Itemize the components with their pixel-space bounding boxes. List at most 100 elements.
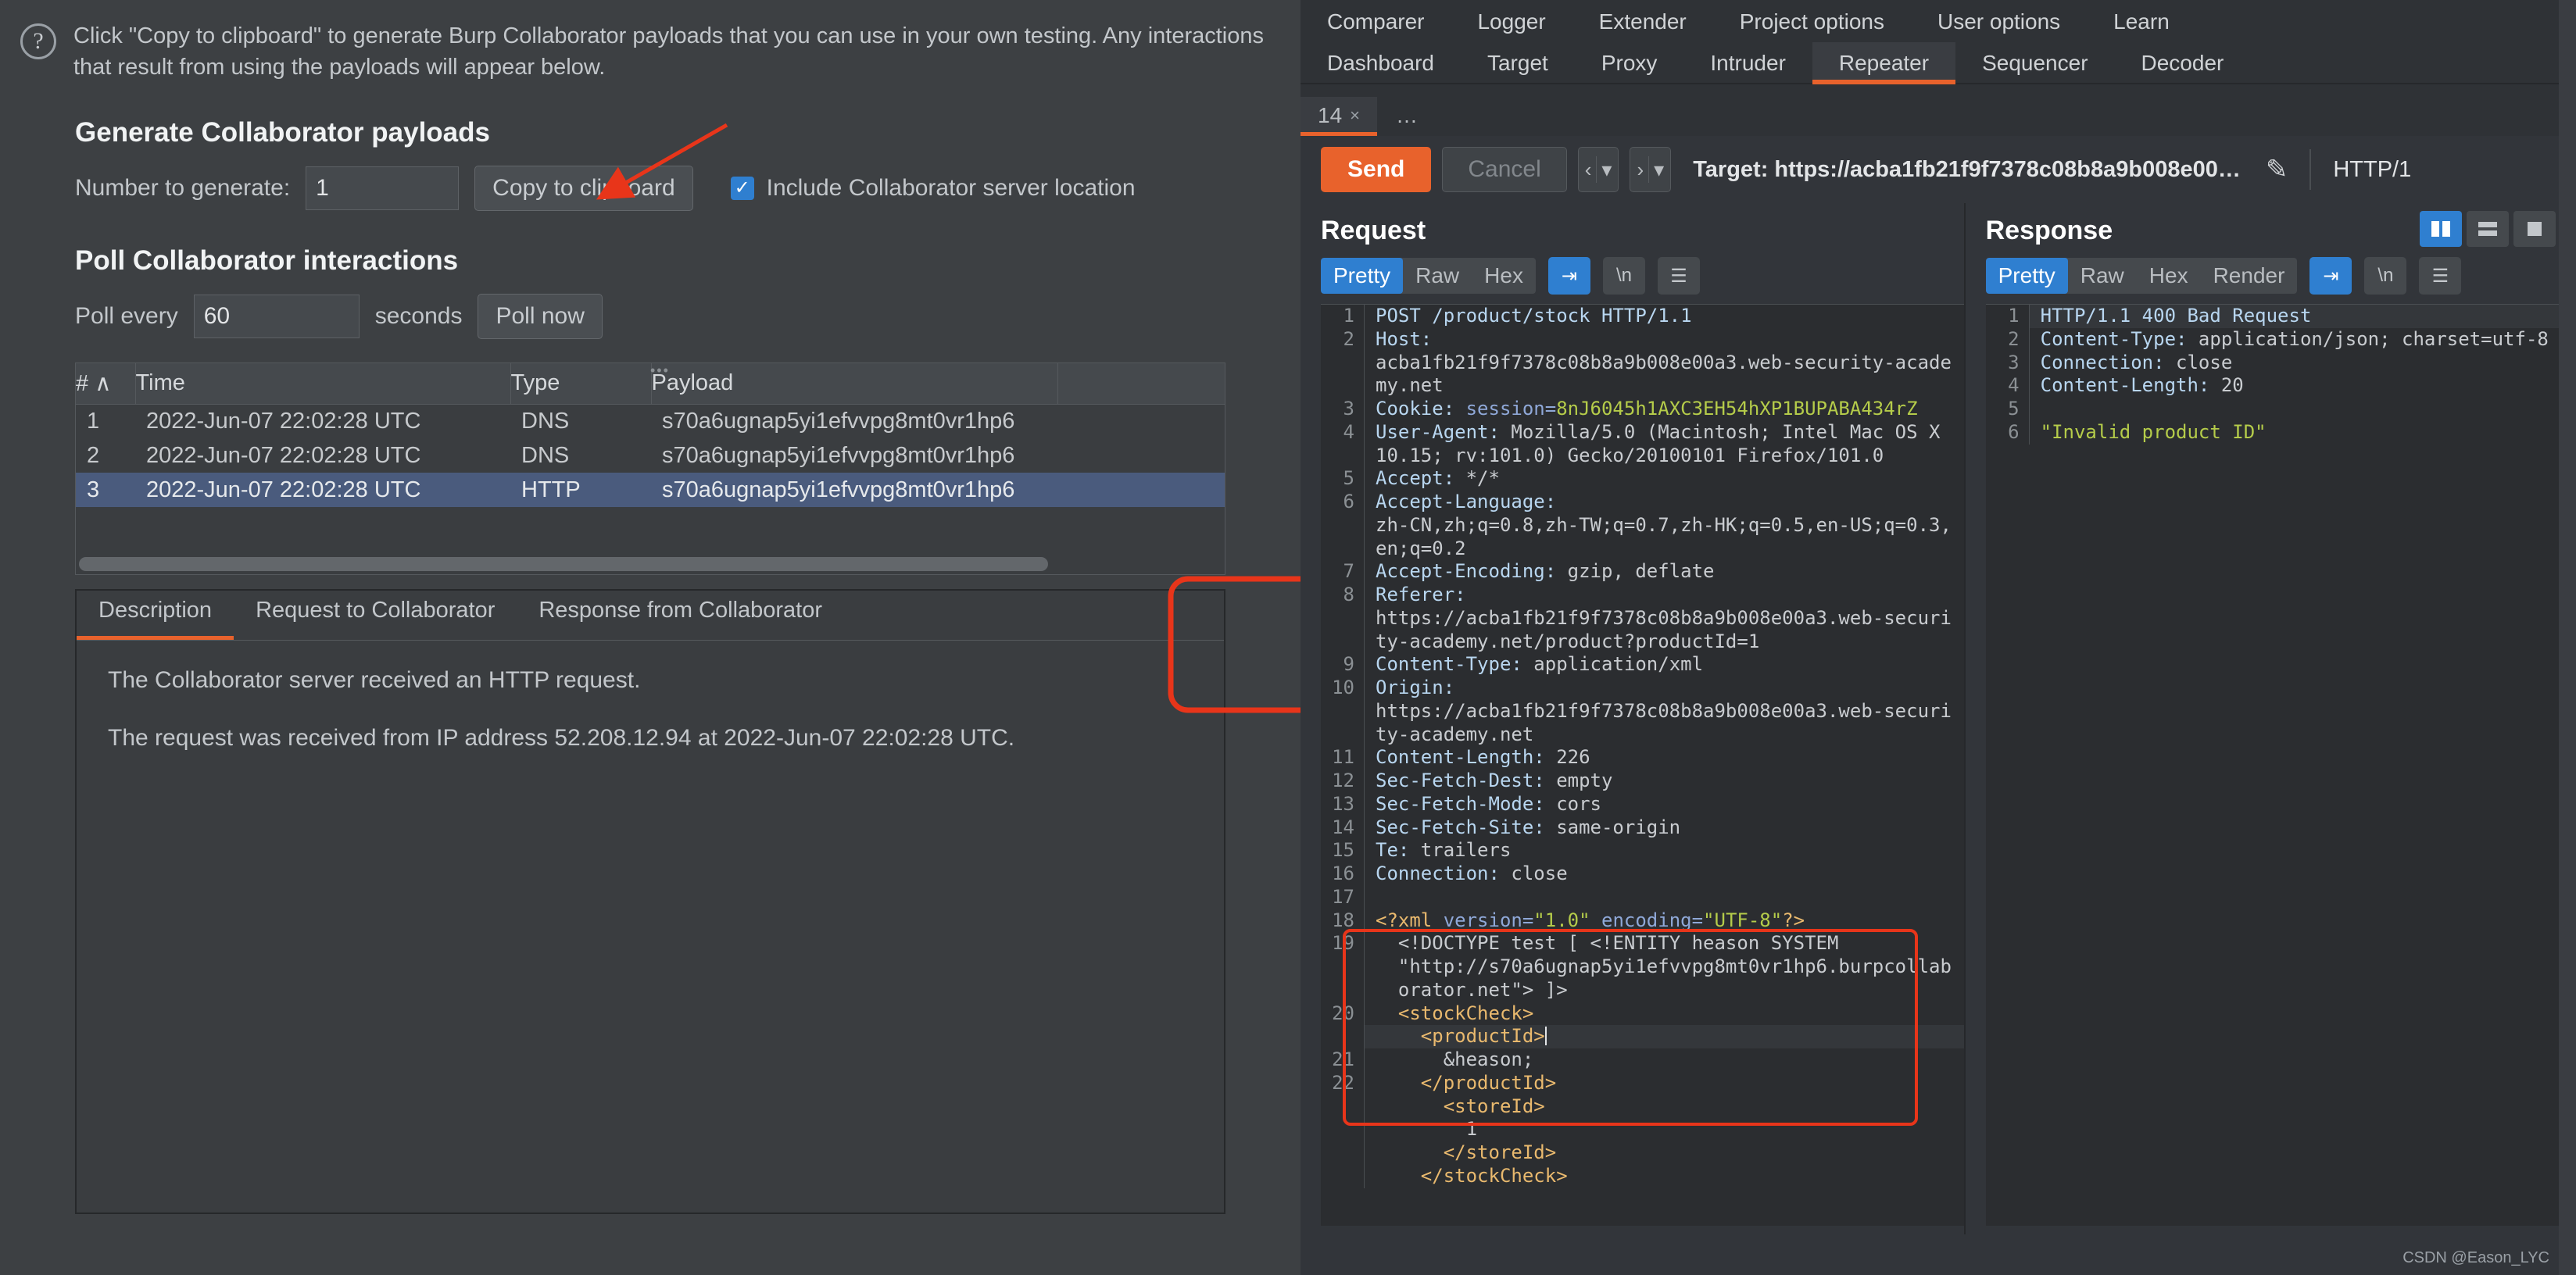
burp-top-nav: Comparer Logger Extender Project options Use… <box>1301 0 2576 84</box>
code-token: Te: <box>1376 839 1421 862</box>
code-line: 14 Sec-Fetch-Site: same-origin <box>1321 816 1964 840</box>
code-token: </productId> <box>1376 1071 1557 1094</box>
request-view-pretty[interactable]: Pretty <box>1321 258 1404 294</box>
newline-icon[interactable]: \n <box>1602 257 1645 295</box>
table-row[interactable]: 1 2022-Jun-07 22:02:28 UTC DNS s70a6ugnap5y… <box>76 404 1225 438</box>
table-row[interactable]: 2 2022-Jun-07 22:02:28 UTC DNS s70a6ugnap5y… <box>76 438 1225 473</box>
pencil-icon[interactable]: ✎ <box>2266 154 2288 185</box>
send-button[interactable]: Send <box>1321 147 1432 192</box>
word-wrap-icon[interactable]: ⇥ <box>2309 257 2352 295</box>
response-view-render[interactable]: Render <box>2201 258 2298 294</box>
menu-icon[interactable]: ☰ <box>1657 257 1700 295</box>
code-token: gzip, deflate <box>1567 560 1715 583</box>
generate-payloads-title: Generate Collaborator payloads <box>75 117 490 148</box>
nav-item-extender[interactable]: Extender <box>1572 2 1713 42</box>
column-header-time[interactable]: Time <box>135 363 511 405</box>
repeater-more-tabs-button[interactable]: … <box>1377 97 1438 136</box>
checkbox-checked-icon[interactable]: ✓ <box>730 177 754 201</box>
history-forward-button[interactable]: › ▾ <box>1630 147 1672 192</box>
nav-item-target[interactable]: Target <box>1461 42 1575 84</box>
nav-row-secondary: Dashboard Target Proxy Intruder Repeater Sequ… <box>1301 42 2576 84</box>
cell-type: DNS <box>521 442 570 468</box>
code-token: <?xml <box>1376 909 1444 931</box>
code-line: 2 Content-Type: application/json; charset… <box>1985 327 2576 352</box>
http-version-label[interactable]: HTTP/1 <box>2333 157 2411 183</box>
line-number: 15 <box>1321 839 1365 862</box>
menu-icon[interactable]: ☰ <box>2419 257 2462 295</box>
request-view-raw[interactable]: Raw <box>1403 258 1472 294</box>
right-edge-strip <box>2559 0 2576 1275</box>
question-mark-icon: ? <box>20 23 56 59</box>
interactions-table-container[interactable]: # ∧ Time Type Payload 1 2022-Jun-07 22:02… <box>75 362 1225 576</box>
code-token: close <box>2176 351 2233 373</box>
request-editor[interactable]: ••• 1 POST /product/stock HTTP/1.1 2 Host: a… <box>1321 304 1964 1226</box>
single-pane-icon[interactable] <box>2513 211 2556 247</box>
hint-banner: ? Click "Copy to clipboard" to generate … <box>0 0 1301 83</box>
pane-resize-handle[interactable]: ••• <box>1956 766 1964 804</box>
code-text: ty-academy.net/product?productId=1 <box>1365 630 1759 654</box>
detail-tab-request-to-collaborator[interactable]: Request to Collaborator <box>234 591 517 640</box>
code-token: Sec-Fetch-Dest: <box>1376 770 1557 791</box>
response-view-hex[interactable]: Hex <box>2137 258 2201 294</box>
line-number: 6 <box>1985 420 2030 445</box>
code-token: POST /product/stock HTTP/1.1 <box>1376 305 1692 327</box>
nav-item-project-options[interactable]: Project options <box>1713 2 1911 42</box>
code-text: en;q=0.2 <box>1365 538 1466 561</box>
nav-item-user-options[interactable]: User options <box>1911 2 2087 42</box>
response-view-pretty[interactable]: Pretty <box>1985 258 2068 294</box>
code-line: zh-CN,zh;q=0.8,zh-TW;q=0.7,zh-HK;q=0.5,e… <box>1321 513 1964 538</box>
nav-item-logger[interactable]: Logger <box>1451 2 1572 42</box>
code-token: version= <box>1443 909 1534 931</box>
nav-item-sequencer[interactable]: Sequencer <box>1955 42 2114 84</box>
nav-item-proxy[interactable]: Proxy <box>1575 42 1684 84</box>
code-token: empty <box>1556 770 1613 791</box>
nav-item-learn[interactable]: Learn <box>2087 2 2196 42</box>
code-line: 8 Referer: <box>1321 584 1964 607</box>
nav-item-comparer[interactable]: Comparer <box>1301 2 1451 42</box>
history-back-button[interactable]: ‹ ▾ <box>1577 147 1619 192</box>
table-resize-handle[interactable]: ••• <box>650 363 670 379</box>
response-pane: Response PrettyRawHexRender⇥\n☰ ••• 1HTT… <box>1963 203 2576 1234</box>
table-row[interactable]: 3 2022-Jun-07 22:02:28 UTC HTTP s70a6ugnap5… <box>76 473 1225 508</box>
table-horizontal-scrollbar[interactable] <box>79 557 1048 572</box>
split-horizontal-icon[interactable] <box>2467 211 2509 247</box>
code-line: 22 </productId> <box>1321 1071 1964 1095</box>
close-icon[interactable]: × <box>1350 105 1360 126</box>
code-line: 10.15; rv:101.0) Gecko/20100101 Firefox/… <box>1321 444 1964 468</box>
detail-tab-response-from-collaborator[interactable]: Response from Collaborator <box>517 591 844 640</box>
response-view-raw[interactable]: Raw <box>2068 258 2137 294</box>
code-line: 11 Content-Length: 226 <box>1321 746 1964 770</box>
copy-to-clipboard-button[interactable]: Copy to clipboard <box>474 166 693 212</box>
include-location-checkbox-wrap[interactable]: ✓ Include Collaborator server location <box>730 175 1136 202</box>
detail-body: The Collaborator server received an HTTP… <box>77 641 1224 809</box>
code-line: 20 <stockCheck> <box>1321 1002 1964 1026</box>
split-vertical-icon[interactable] <box>2420 211 2462 247</box>
nav-row-primary: Comparer Logger Extender Project options Use… <box>1301 2 2576 42</box>
newline-icon[interactable]: \n <box>2364 257 2407 295</box>
code-line: 18 <?xml version="1.0" encoding="UTF-8"?> <box>1321 909 1964 933</box>
nav-item-decoder[interactable]: Decoder <box>2115 42 2251 84</box>
column-header-num[interactable]: # ∧ <box>76 363 136 405</box>
repeater-tab-14[interactable]: 14 × <box>1301 97 1378 136</box>
column-header-payload[interactable]: Payload <box>651 363 1058 405</box>
response-editor[interactable]: ••• 1HTTP/1.1 400 Bad Request2Content-Ty… <box>1985 304 2576 1226</box>
nav-item-intruder[interactable]: Intruder <box>1683 42 1812 84</box>
code-text: 10.15; rv:101.0) Gecko/20100101 Firefox/… <box>1365 445 1884 468</box>
column-header-type[interactable]: Type <box>510 363 652 405</box>
nav-item-repeater[interactable]: Repeater <box>1812 42 1956 84</box>
code-token: 1 <box>1376 1118 1478 1141</box>
code-token: cors <box>1556 792 1601 815</box>
column-header-comment[interactable] <box>1057 363 1225 405</box>
sort-ascending-icon: ∧ <box>95 371 112 397</box>
detail-tab-description[interactable]: Description <box>77 591 234 641</box>
request-view-hex[interactable]: Hex <box>1472 258 1536 294</box>
word-wrap-icon[interactable]: ⇥ <box>1547 257 1590 295</box>
code-text: Connection: close <box>2030 352 2233 375</box>
nav-item-dashboard[interactable]: Dashboard <box>1301 42 1461 84</box>
code-line: 1 <box>1321 1118 1964 1141</box>
number-to-generate-input[interactable] <box>306 166 460 211</box>
poll-now-button[interactable]: Poll now <box>478 294 603 340</box>
poll-interval-input[interactable] <box>193 295 360 339</box>
code-token: orator.net"> ]> <box>1376 978 1568 1001</box>
